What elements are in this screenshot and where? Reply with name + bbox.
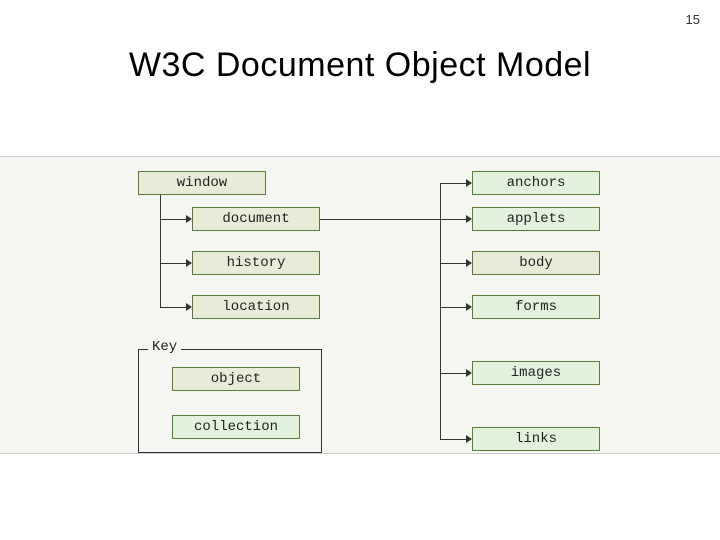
connector-to-applets <box>440 219 466 220</box>
connector-window-down <box>160 195 161 307</box>
connector-document-right <box>320 219 440 220</box>
slide-title: W3C Document Object Model <box>0 46 720 85</box>
node-applets: applets <box>472 207 600 231</box>
node-document: document <box>192 207 320 231</box>
connector-to-links <box>440 439 466 440</box>
connector-to-forms <box>440 307 466 308</box>
connector-to-anchors <box>440 183 466 184</box>
diagram-area: window document history location anchors… <box>0 156 720 454</box>
connector-to-body <box>440 263 466 264</box>
connector-right-bus <box>440 183 441 439</box>
node-window: window <box>138 171 266 195</box>
node-history: history <box>192 251 320 275</box>
node-body: body <box>472 251 600 275</box>
node-anchors: anchors <box>472 171 600 195</box>
connector-to-history <box>160 263 186 264</box>
connector-to-document <box>160 219 186 220</box>
connector-to-location <box>160 307 186 308</box>
legend-title: Key <box>148 339 181 355</box>
page-number: 15 <box>686 12 700 27</box>
legend-object: object <box>172 367 300 391</box>
legend-collection: collection <box>172 415 300 439</box>
node-links: links <box>472 427 600 451</box>
node-forms: forms <box>472 295 600 319</box>
node-location: location <box>192 295 320 319</box>
node-images: images <box>472 361 600 385</box>
connector-to-images <box>440 373 466 374</box>
